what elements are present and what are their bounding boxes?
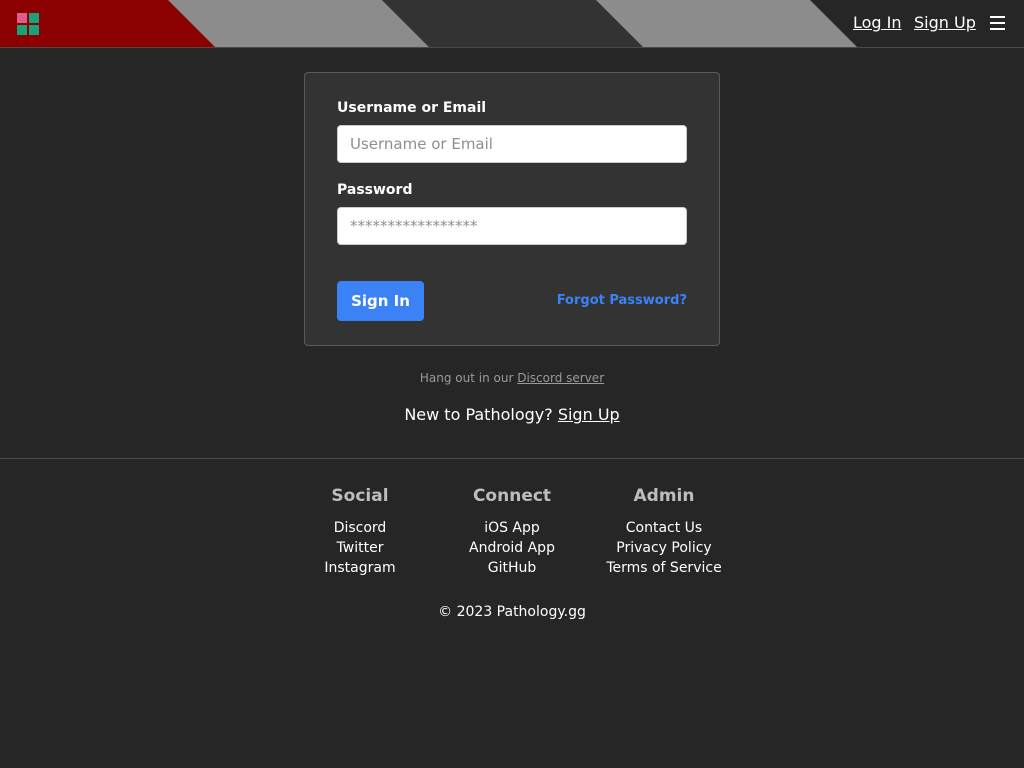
login-link[interactable]: Log In — [853, 13, 902, 32]
sign-in-button[interactable]: Sign In — [337, 281, 424, 321]
login-card: Username or Email Password Sign In Forgo… — [304, 72, 720, 346]
footer-link-instagram[interactable]: Instagram — [280, 558, 440, 578]
footer-admin-column: Admin Contact Us Privacy Policy Terms of… — [584, 486, 744, 578]
top-navbar: Log In Sign Up — [0, 0, 1024, 48]
footer-connect-column: Connect iOS App Android App GitHub — [432, 486, 592, 578]
footer-social-column: Social Discord Twitter Instagram — [280, 486, 440, 578]
footer-link-privacy-policy[interactable]: Privacy Policy — [584, 538, 744, 558]
signup-link[interactable]: Sign Up — [914, 13, 976, 32]
password-label: Password — [337, 182, 413, 198]
hamburger-menu-icon[interactable] — [990, 16, 1006, 30]
discord-invite-text: Hang out in our Discord server — [0, 371, 1024, 385]
footer-link-twitter[interactable]: Twitter — [280, 538, 440, 558]
footer-divider — [0, 458, 1024, 459]
footer-link-terms-of-service[interactable]: Terms of Service — [584, 558, 744, 578]
forgot-password-link[interactable]: Forgot Password? — [557, 293, 687, 308]
footer-link-contact-us[interactable]: Contact Us — [584, 518, 744, 538]
password-input[interactable] — [337, 207, 687, 245]
footer-link-ios-app[interactable]: iOS App — [432, 518, 592, 538]
footer-link-discord[interactable]: Discord — [280, 518, 440, 538]
discord-prefix: Hang out in our — [419, 371, 518, 385]
username-input[interactable] — [337, 125, 687, 163]
footer-social-heading: Social — [331, 486, 389, 506]
signup-prompt-link[interactable]: Sign Up — [558, 405, 620, 424]
discord-server-link[interactable]: Discord server — [517, 371, 604, 385]
pathology-logo-icon[interactable] — [17, 13, 39, 35]
username-label: Username or Email — [337, 100, 487, 116]
signup-prompt-text: New to Pathology? — [404, 405, 558, 424]
footer-link-android-app[interactable]: Android App — [432, 538, 592, 558]
footer-connect-heading: Connect — [472, 486, 552, 506]
signup-prompt: New to Pathology? Sign Up — [0, 405, 1024, 424]
footer-admin-heading: Admin — [633, 486, 695, 506]
footer-link-github[interactable]: GitHub — [432, 558, 592, 578]
copyright-text: © 2023 Pathology.gg — [438, 604, 586, 620]
